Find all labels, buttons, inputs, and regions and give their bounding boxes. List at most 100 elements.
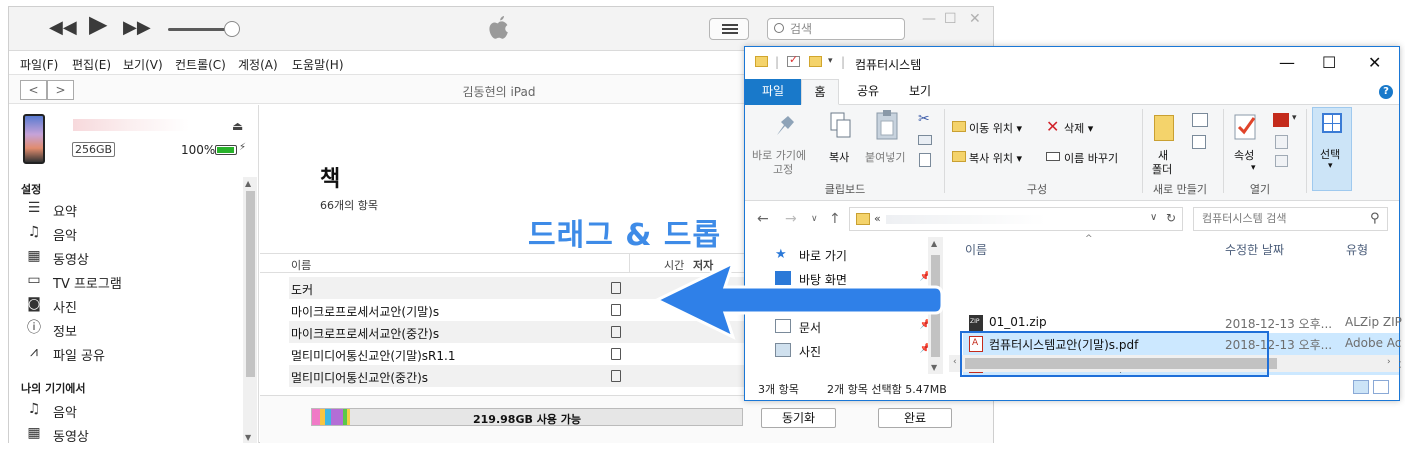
delete-icon[interactable]: ✕	[1046, 117, 1059, 136]
previous-track-button[interactable]: ◀◀	[49, 19, 77, 37]
new-folder-quick-icon[interactable]	[809, 56, 822, 67]
music-icon: ♫	[27, 401, 41, 417]
large-icons-view-icon[interactable]	[1373, 380, 1389, 394]
recent-locations-icon[interactable]: ∨	[811, 214, 818, 224]
book-title: 도커	[291, 283, 314, 297]
new-folder-button-2: 폴더	[1152, 163, 1173, 176]
properties-dropdown-icon[interactable]: ▾	[1251, 163, 1256, 173]
book-title: 멀티미디어통신교안(기말)sR1.1	[291, 349, 456, 363]
menu-controls[interactable]: 컨트롤(C)	[175, 56, 226, 73]
history-icon[interactable]	[1275, 155, 1288, 167]
sidebar-item[interactable]: ▭ TV 프로그램	[25, 271, 235, 292]
open-pdf-icon[interactable]	[1273, 113, 1289, 127]
search-icon[interactable]: ⚲	[1370, 208, 1380, 230]
book-title: 멀티미디어통신교안(중간)s	[291, 371, 429, 385]
properties-quick-icon[interactable]: ✓	[787, 53, 800, 67]
menu-file[interactable]: 파일(F)	[20, 56, 58, 73]
delete-button[interactable]: 삭제 ▾	[1064, 120, 1093, 136]
menu-view[interactable]: 보기(V)	[123, 56, 163, 73]
sidebar-item[interactable]: ♫ 음악	[25, 223, 235, 244]
sidebar-scroll-thumb[interactable]	[246, 191, 255, 377]
maximize-button[interactable]: ☐	[944, 11, 957, 27]
rename-button[interactable]: 이름 바꾸기	[1064, 150, 1118, 166]
details-view-icon[interactable]	[1353, 380, 1369, 394]
paste-button[interactable]: 붙여넣기	[865, 149, 905, 165]
selection-highlight	[960, 331, 1269, 377]
tab-home[interactable]: 홈	[801, 79, 839, 105]
paste-shortcut-icon[interactable]	[919, 153, 931, 167]
copy-path-icon[interactable]	[918, 135, 932, 145]
refresh-icon[interactable]: ↻	[1166, 211, 1176, 225]
help-icon[interactable]: ?	[1379, 85, 1393, 99]
file-row[interactable]: ZIP 01_01.zip 2018-12-13 오후... ALZip ZIP	[963, 312, 1402, 333]
done-button[interactable]: 완료	[878, 408, 952, 428]
properties-icon[interactable]	[1233, 111, 1259, 141]
column-name[interactable]: 이름	[965, 241, 987, 258]
explorer-close-button[interactable]: ✕	[1368, 53, 1381, 72]
sidebar-item-label: 요약	[53, 205, 77, 220]
copy-to-button[interactable]: 복사 위치 ▾	[969, 150, 1022, 166]
sidebar-item[interactable]: ◙ 사진	[25, 295, 235, 316]
new-folder-icon[interactable]	[1154, 115, 1174, 141]
list-view-button[interactable]	[709, 18, 749, 40]
paste-icon[interactable]	[875, 109, 901, 141]
menu-account[interactable]: 계정(A)	[238, 56, 278, 73]
itunes-search-input[interactable]: 검색	[767, 18, 905, 40]
move-to-button[interactable]: 이동 위치 ▾	[969, 120, 1022, 136]
file-modified: 2018-12-13 오후...	[1225, 317, 1333, 331]
customize-quick-access-icon[interactable]: ▾	[828, 56, 833, 66]
nav-up-icon[interactable]: ↑	[829, 211, 841, 227]
copy-icon[interactable]	[829, 111, 853, 141]
new-item-icon[interactable]	[1192, 113, 1208, 127]
cut-icon[interactable]: ✂	[918, 111, 930, 127]
explorer-minimize-button[interactable]: —	[1279, 53, 1295, 72]
music-icon: ♫	[27, 224, 41, 240]
sidebar-item[interactable]: ⩘ 파일 공유	[25, 343, 235, 364]
sidebar-item[interactable]: ☰ 요약	[25, 199, 235, 220]
itunes-bottom-bar: 219.98GB 사용 가능 동기화 완료	[260, 395, 993, 443]
easy-access-icon[interactable]	[1192, 135, 1206, 149]
column-modified[interactable]: 수정한 날짜	[1225, 241, 1284, 258]
column-type[interactable]: 유형	[1346, 241, 1368, 258]
scroll-up-icon[interactable]: ▲	[245, 179, 251, 188]
tab-view[interactable]: 보기	[901, 79, 939, 105]
tab-share[interactable]: 공유	[849, 79, 887, 105]
address-dropdown-icon[interactable]: ∨	[1150, 212, 1157, 223]
next-track-button[interactable]: ▶▶	[123, 19, 151, 37]
edit-icon[interactable]	[1275, 135, 1288, 149]
move-to-icon[interactable]	[952, 121, 966, 132]
properties-button[interactable]: 속성	[1234, 147, 1254, 163]
film-icon: ▦	[27, 248, 41, 264]
explorer-search-input[interactable]: 컴퓨터시스템 검색 ⚲	[1193, 207, 1388, 231]
tab-file[interactable]: 파일	[745, 79, 801, 105]
forward-button[interactable]: >	[47, 80, 74, 100]
scroll-down-icon[interactable]: ▼	[245, 433, 251, 442]
eject-icon[interactable]: ⏏	[232, 119, 243, 133]
search-icon	[774, 23, 784, 33]
menu-help[interactable]: 도움말(H)	[292, 56, 344, 73]
back-button[interactable]: <	[20, 80, 47, 100]
column-name[interactable]: 이름	[291, 257, 311, 273]
volume-knob[interactable]	[224, 21, 240, 37]
nav-back-icon[interactable]: ←	[757, 211, 769, 227]
explorer-maximize-button[interactable]: ☐	[1322, 53, 1336, 72]
address-overflow[interactable]: «	[874, 212, 881, 225]
book-title: 마이크로프로세서교안(기말)s	[291, 305, 440, 319]
close-button[interactable]: ✕	[969, 11, 981, 27]
address-box[interactable]: « ∨ ↻	[849, 207, 1183, 231]
open-dropdown-icon[interactable]: ▾	[1292, 113, 1297, 123]
sync-button[interactable]: 동기화	[761, 408, 836, 428]
minimize-button[interactable]: —	[922, 11, 936, 27]
copy-button[interactable]: 복사	[829, 149, 849, 165]
sidebar-item[interactable]: ▦ 동영상	[25, 247, 235, 268]
charging-bolt-icon: ⚡	[239, 142, 247, 153]
rename-icon[interactable]	[1046, 152, 1060, 161]
sidebar-item[interactable]: ▦ 동영상	[25, 424, 235, 445]
pin-icon[interactable]	[773, 113, 797, 139]
sidebar-item[interactable]: ♫ 음악	[25, 400, 235, 421]
sidebar-item[interactable]: ⓘ 정보	[25, 319, 235, 340]
nav-forward-icon[interactable]: →	[785, 211, 797, 227]
play-button[interactable]: ▶	[89, 12, 107, 36]
menu-edit[interactable]: 편집(E)	[72, 56, 111, 73]
copy-to-icon[interactable]	[952, 151, 966, 162]
